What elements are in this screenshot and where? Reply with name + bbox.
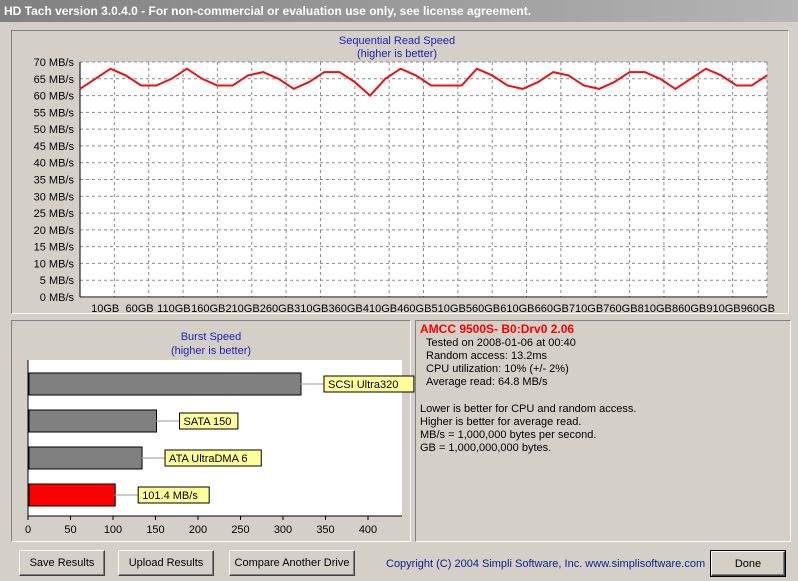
drive-name: AMCC 9500S- B0:Drv0 2.06: [420, 322, 575, 336]
seq-x-tick-label: 760GB: [603, 303, 637, 315]
seq-x-tick-label: 660GB: [535, 303, 569, 315]
seq-x-tick-label: 810GB: [638, 303, 672, 315]
random-access: Random access: 13.2ms: [426, 350, 548, 362]
burst-bar-label: ATA UltraDMA 6: [169, 453, 247, 465]
note-gb-definition: GB = 1,000,000,000 bytes.: [420, 442, 552, 454]
burst-bar-label: SATA 150: [184, 416, 232, 428]
burst-x-tick-label: 350: [316, 524, 334, 536]
burst-x-tick-label: 0: [25, 524, 31, 536]
seq-x-tick-label: 960GB: [741, 303, 775, 315]
note-lower-better: Lower is better for CPU and random acces…: [420, 403, 637, 415]
burst-speed-title: Burst Speed: [181, 331, 242, 343]
burst-x-tick-label: 300: [274, 524, 292, 536]
burst-x-tick-label: 250: [231, 524, 249, 536]
burst-x-tick-label: 150: [146, 524, 164, 536]
seq-x-tick-label: 560GB: [466, 303, 500, 315]
upload-results-button[interactable]: Upload Results: [118, 550, 214, 576]
burst-bar: [28, 372, 302, 396]
seq-x-tick-label: 710GB: [569, 303, 603, 315]
burst-x-tick-label: 400: [359, 524, 377, 536]
burst-bar: [28, 409, 157, 433]
compare-another-drive-button[interactable]: Compare Another Drive: [229, 550, 355, 576]
burst-x-tick-label: 200: [189, 524, 207, 536]
seq-x-tick-label: 860GB: [672, 303, 706, 315]
save-results-button[interactable]: Save Results: [19, 550, 105, 576]
cpu-utilization: CPU utilization: 10% (+/- 2%): [426, 363, 569, 375]
burst-speed-subtitle: (higher is better): [171, 345, 251, 357]
note-mbs-definition: MB/s = 1,000,000 bytes per second.: [420, 429, 597, 441]
burst-bar: [28, 483, 116, 507]
seq-x-tick-label: 510GB: [432, 303, 466, 315]
results-info: AMCC 9500S- B0:Drv0 2.06 Tested on 2008-…: [418, 322, 790, 455]
seq-x-tick-label: 910GB: [706, 303, 740, 315]
done-button[interactable]: Done: [710, 550, 786, 577]
burst-bar-label: 101.4 MB/s: [142, 490, 198, 502]
burst-bar-label: SCSI Ultra320: [328, 379, 398, 391]
burst-speed-chart: Burst Speed (higher is better) SCSI Ultr…: [25, 331, 415, 536]
note-higher-better: Higher is better for average read.: [420, 416, 582, 428]
copyright-text: Copyright (C) 2004 Simpli Software, Inc.…: [386, 558, 706, 570]
burst-x-tick-label: 50: [64, 524, 76, 536]
seq-x-tick-label: 610GB: [500, 303, 534, 315]
burst-x-tick-label: 100: [104, 524, 122, 536]
average-read: Average read: 64.8 MB/s: [426, 376, 548, 388]
burst-bar: [28, 446, 143, 470]
tested-date: Tested on 2008-01-06 at 00:40: [426, 337, 576, 349]
